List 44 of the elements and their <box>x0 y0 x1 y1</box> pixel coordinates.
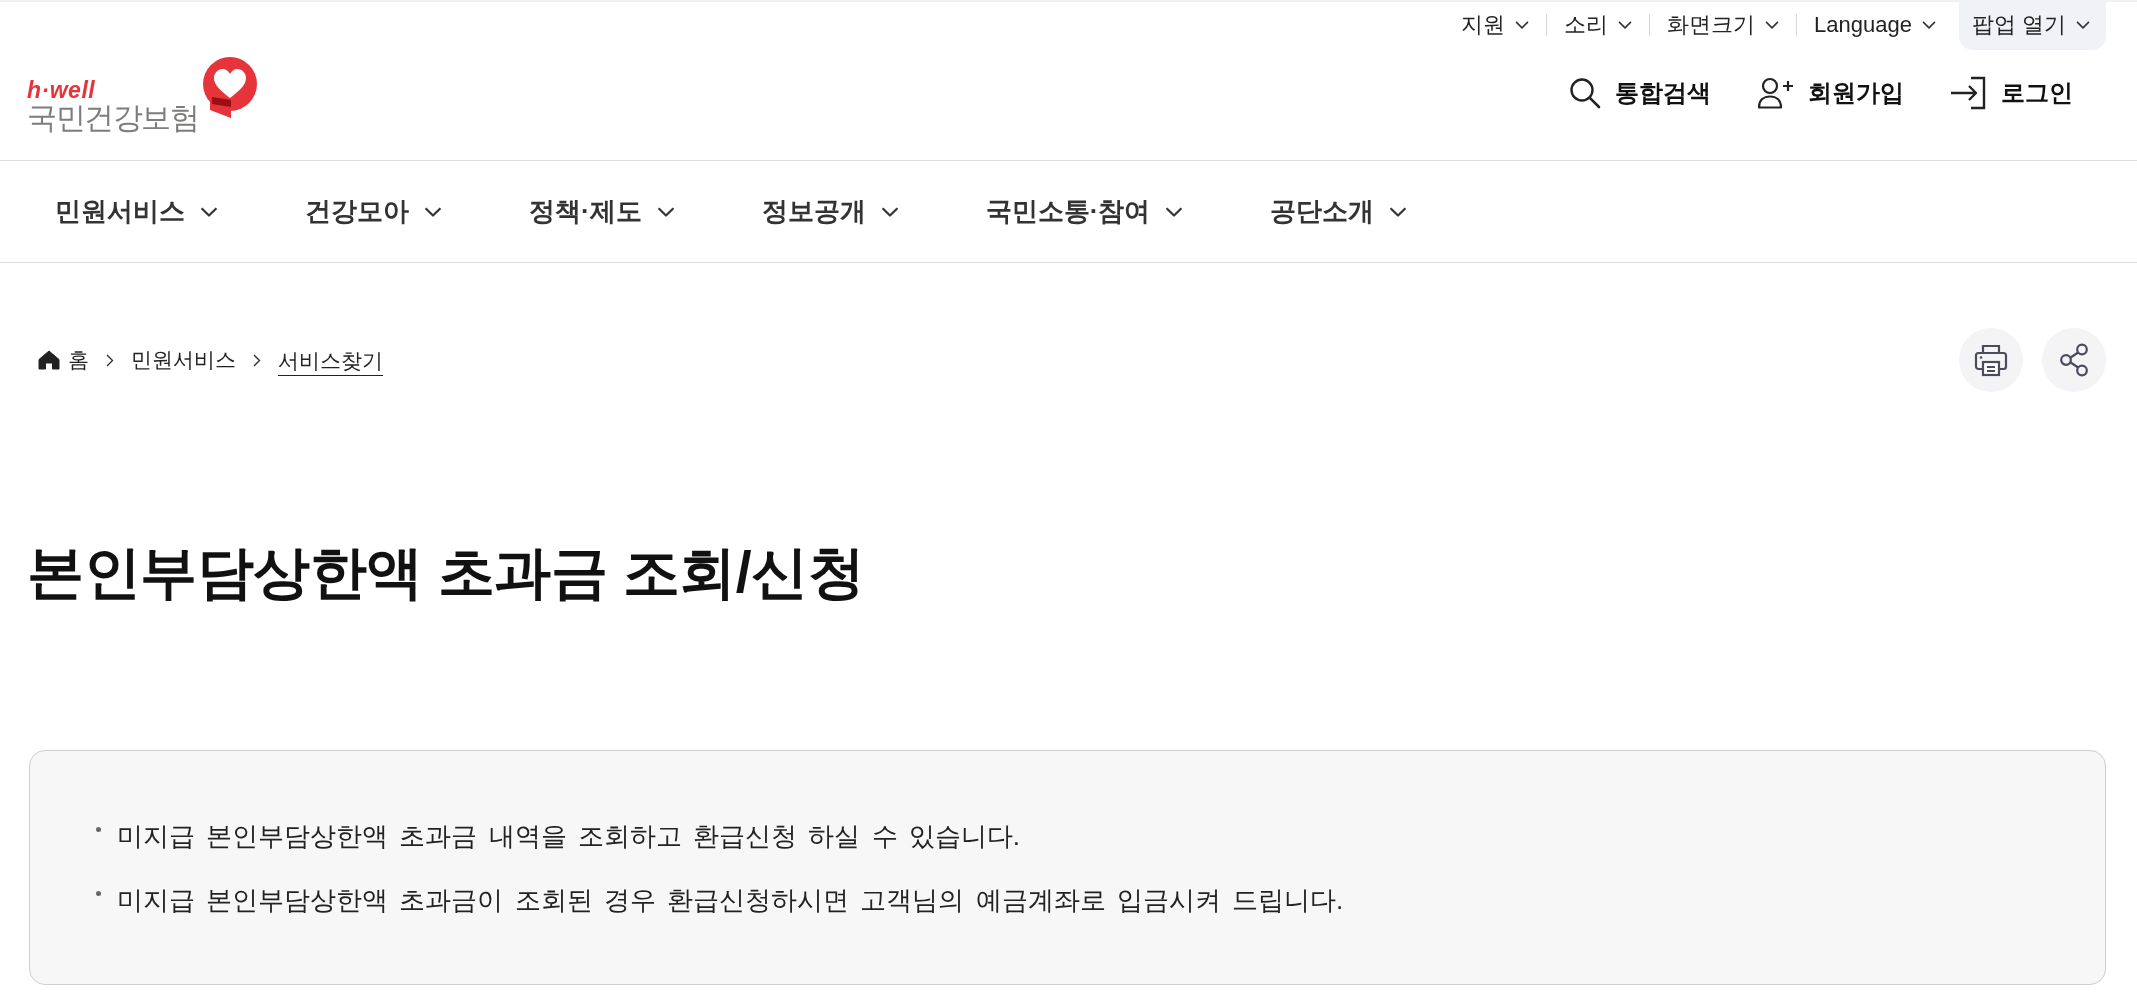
logo-name: 국민건강보험 <box>27 101 198 135</box>
utility-menu-button[interactable]: Language <box>1797 0 1953 50</box>
chevron-down-icon <box>200 206 218 217</box>
header-action-link[interactable]: 회원가입 <box>1757 77 1904 109</box>
breadcrumb-current-link[interactable]: 서비스찾기 <box>278 348 383 376</box>
bullet-icon <box>96 891 101 896</box>
utility-menu-button[interactable]: 소리 <box>1547 0 1649 50</box>
chevron-down-icon <box>880 206 899 217</box>
nav-menu-item[interactable]: 국민소통·참여 <box>985 194 1184 229</box>
notice-text: 미지급 본인부담상한액 초과금이 조회된 경우 환급신청하시면 고객님의 예금계좌로 입금시켜 드립니다. <box>117 884 1344 917</box>
home-icon <box>38 350 60 370</box>
notice-text: 미지급 본인부담상한액 초과금 내역을 조회하고 환급신청 하실 수 있습니다. <box>117 820 1020 853</box>
user-plus-icon <box>1757 77 1794 109</box>
chevron-right-icon <box>106 353 114 367</box>
chevron-down-icon <box>424 206 442 217</box>
chevron-down-icon <box>1765 21 1779 29</box>
popup-button[interactable]: 팝업 열기 <box>1958 0 2106 50</box>
utility-menu-button[interactable]: 지원 <box>1444 0 1546 50</box>
chevron-down-icon <box>1515 21 1529 29</box>
breadcrumb-link[interactable]: 민원서비스 <box>131 348 236 372</box>
utility-menu-button[interactable]: 화면크기 <box>1650 0 1796 50</box>
logo-tagline: h·well <box>27 79 96 101</box>
chevron-down-icon <box>656 206 675 217</box>
breadcrumb-link[interactable]: 홈 <box>38 348 89 372</box>
chevron-down-icon <box>1389 206 1408 217</box>
chevron-right-icon <box>253 353 261 367</box>
nav-menu-item[interactable]: 민원서비스 <box>55 194 218 229</box>
chevron-down-icon <box>1165 206 1184 217</box>
arrow-bracket-icon <box>1950 76 1987 110</box>
header-action-link[interactable]: 통합검색 <box>1569 77 1711 109</box>
heart-logo-icon <box>200 57 258 119</box>
chevron-down-icon <box>1921 21 1936 29</box>
header-action-link[interactable]: 로그인 <box>1950 76 2073 110</box>
chevron-down-icon <box>2076 21 2090 29</box>
search-icon <box>1569 77 1601 109</box>
chevron-down-icon <box>1618 21 1632 29</box>
nav-menu-item[interactable]: 건강모아 <box>305 194 442 229</box>
page-title: 본인부담상한액 초과금 조회/신청 <box>27 539 864 606</box>
share-icon <box>2059 343 2089 377</box>
nav-menu-item[interactable]: 정책·제도 <box>529 194 675 229</box>
nav-menu-item[interactable]: 공단소개 <box>1270 194 1408 229</box>
printer-icon <box>1974 343 2008 377</box>
nav-menu-item[interactable]: 정보공개 <box>761 194 899 229</box>
bullet-icon <box>96 827 101 832</box>
